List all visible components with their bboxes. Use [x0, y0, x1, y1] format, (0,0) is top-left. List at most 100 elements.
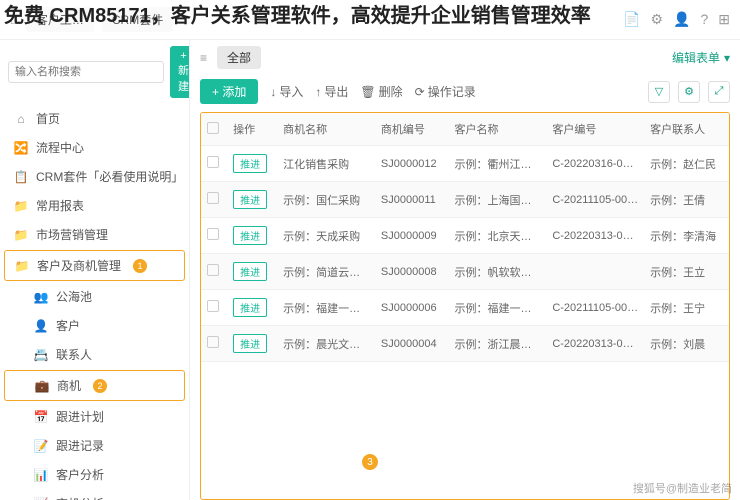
cell-cnum: C-20220313-0000002	[546, 218, 644, 254]
sidebar-item-11[interactable]: 📝 跟进记录	[0, 431, 189, 460]
nav-icon: 💼	[35, 379, 49, 393]
gear-icon[interactable]: ⚙	[650, 11, 663, 28]
cell-code: SJ0000006	[375, 290, 449, 326]
nav-label: 商机	[57, 377, 81, 394]
sidebar-item-7[interactable]: 👤客户	[0, 311, 189, 340]
push-button[interactable]: 推进	[233, 298, 267, 317]
top-tab-2[interactable]: CRM套件	[102, 7, 173, 32]
cell-name: 示例：晨光文具设备…	[277, 326, 375, 362]
nav-icon: 📁	[14, 228, 28, 242]
cell-name: 示例：简道云采购	[277, 254, 375, 290]
cell-cust: 示例：北京天诚软件…	[448, 218, 546, 254]
new-button[interactable]: + 新建	[170, 46, 190, 98]
table-row[interactable]: 推进江化销售采购SJ0000012示例：衢州江化集团C-20220316-000…	[201, 146, 729, 182]
sidebar-item-1[interactable]: 🔀 流程中心	[0, 133, 189, 162]
nav-icon: 📈	[34, 497, 48, 500]
table-row[interactable]: 推进示例：国仁采购SJ0000011示例：上海国仁有限…C-20211105-0…	[201, 182, 729, 218]
delete-link[interactable]: 🗑 删除	[360, 83, 402, 100]
nav-label: CRM套件「必看使用说明」	[36, 168, 179, 185]
sidebar-item-8[interactable]: 📇联系人	[0, 340, 189, 369]
view-menu-icon[interactable]: ≡	[200, 51, 207, 65]
row-checkbox[interactable]	[207, 228, 219, 240]
table-row[interactable]: 推进示例：晨光文具设备…SJ0000004示例：浙江晨光文具…C-2022031…	[201, 326, 729, 362]
push-button[interactable]: 推进	[233, 334, 267, 353]
cell-name: 示例：天成采购	[277, 218, 375, 254]
nav-icon: 🔀	[14, 141, 28, 155]
sidebar-item-9[interactable]: 💼 商机 2	[4, 370, 185, 401]
cell-cnum: C-20211105-0000001	[546, 182, 644, 218]
export-link[interactable]: ↑ 导出	[315, 83, 348, 100]
row-checkbox[interactable]	[207, 264, 219, 276]
table-row[interactable]: 推进示例：福建一高3月订单SJ0000006示例：福建一高集团C-2021110…	[201, 290, 729, 326]
nav-icon: 📋	[14, 170, 28, 184]
col-1: 操作	[227, 113, 277, 146]
nav-icon: 📝	[34, 439, 48, 453]
cell-contact: 示例：李清海	[644, 218, 729, 254]
expand-icon[interactable]: ⤢	[708, 81, 730, 103]
nav-label: 客户分析	[56, 466, 104, 483]
nav-icon: 📁	[14, 199, 28, 213]
nav-icon: 👥	[34, 290, 48, 304]
row-checkbox[interactable]	[207, 300, 219, 312]
sidebar-item-3[interactable]: 📁 常用报表	[0, 191, 189, 220]
import-link[interactable]: ↓ 导入	[270, 83, 303, 100]
apps-icon[interactable]: ⊞	[718, 11, 730, 28]
sidebar-item-5[interactable]: 📁客户及商机管理1	[4, 250, 185, 281]
top-tab-1[interactable]: 客户工…	[26, 7, 94, 32]
push-button[interactable]: 推进	[233, 226, 267, 245]
nav-label: 跟进记录	[56, 437, 104, 454]
cell-contact: 示例：王宁	[644, 290, 729, 326]
nav-label: 市场营销管理	[36, 226, 108, 243]
col-0	[201, 113, 227, 146]
col-4: 客户名称	[448, 113, 546, 146]
sidebar-item-13[interactable]: 📈商机分析	[0, 489, 189, 500]
data-table-wrap: 操作商机名称商机编号客户名称客户编号客户联系人 推进江化销售采购SJ000001…	[200, 112, 730, 500]
col-2: 商机名称	[277, 113, 375, 146]
edit-form-link[interactable]: 编辑表单 ▾	[672, 49, 730, 66]
nav-label: 首页	[36, 110, 60, 127]
cell-code: SJ0000012	[375, 146, 449, 182]
log-link[interactable]: ⟳ 操作记录	[415, 83, 476, 100]
sidebar-item-6[interactable]: 👥公海池	[0, 282, 189, 311]
cell-code: SJ0000008	[375, 254, 449, 290]
nav-label: 联系人	[56, 346, 92, 363]
add-button[interactable]: + 添加	[200, 79, 258, 104]
sidebar-item-0[interactable]: ⌂首页	[0, 104, 189, 133]
user-icon[interactable]: 👤	[673, 11, 690, 28]
filter-icon[interactable]: ▽	[648, 81, 670, 103]
cell-cnum: C-20220313-0000004	[546, 326, 644, 362]
sidebar-item-12[interactable]: 📊 客户分析	[0, 460, 189, 489]
push-button[interactable]: 推进	[233, 262, 267, 281]
nav-label: 常用报表	[36, 197, 84, 214]
cell-cnum: C-20211105-0000004	[546, 290, 644, 326]
sidebar-item-4[interactable]: 📁 市场营销管理	[0, 220, 189, 249]
help-icon[interactable]: ?	[700, 11, 708, 28]
tab-all[interactable]: 全部	[217, 46, 261, 69]
cell-cust: 示例：浙江晨光文具…	[448, 326, 546, 362]
row-checkbox[interactable]	[207, 336, 219, 348]
push-button[interactable]: 推进	[233, 190, 267, 209]
settings-icon[interactable]: ⚙	[678, 81, 700, 103]
data-table: 操作商机名称商机编号客户名称客户编号客户联系人 推进江化销售采购SJ000001…	[201, 113, 729, 362]
doc-icon[interactable]: 📄	[623, 11, 640, 28]
table-row[interactable]: 推进示例：简道云采购SJ0000008示例：帆软软件有限公司示例：王立	[201, 254, 729, 290]
watermark: 搜狐号@制造业老简	[633, 480, 732, 496]
checkbox-all[interactable]	[207, 122, 219, 134]
search-input[interactable]	[8, 61, 164, 83]
cell-name: 江化销售采购	[277, 146, 375, 182]
push-button[interactable]: 推进	[233, 154, 267, 173]
sidebar-item-10[interactable]: 📅跟进计划	[0, 402, 189, 431]
row-checkbox[interactable]	[207, 156, 219, 168]
cell-contact: 示例：王倩	[644, 182, 729, 218]
nav-label: 流程中心	[36, 139, 84, 156]
cell-contact: 示例：赵仁民	[644, 146, 729, 182]
table-row[interactable]: 推进示例：天成采购SJ0000009示例：北京天诚软件…C-20220313-0…	[201, 218, 729, 254]
row-checkbox[interactable]	[207, 192, 219, 204]
nav-badge: 2	[93, 379, 107, 393]
sidebar-item-2[interactable]: 📋 CRM套件「必看使用说明」	[0, 162, 189, 191]
cell-cnum: C-20220316-0000001	[546, 146, 644, 182]
cell-name: 示例：国仁采购	[277, 182, 375, 218]
home-icon[interactable]: ⌂	[10, 12, 18, 27]
table-body: 推进江化销售采购SJ0000012示例：衢州江化集团C-20220316-000…	[201, 146, 729, 362]
nav-icon: 📊	[34, 468, 48, 482]
